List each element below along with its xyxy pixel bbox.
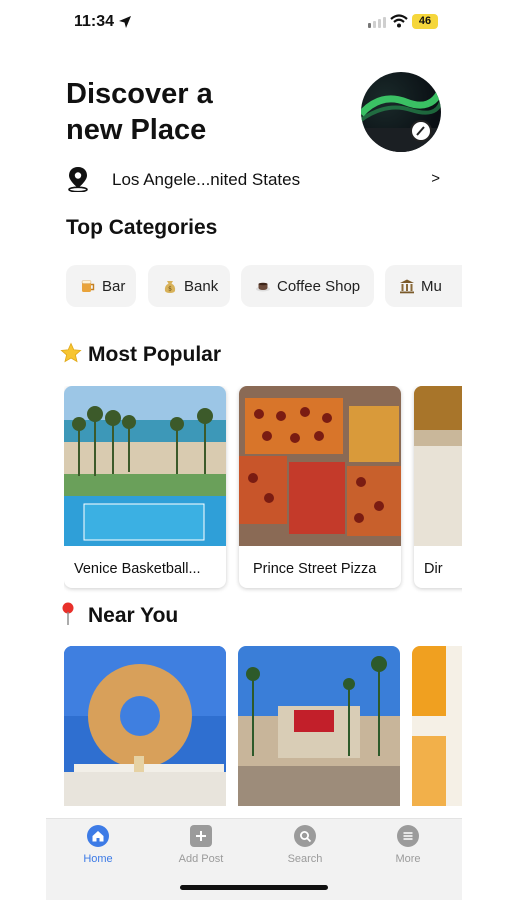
tab-add-post[interactable]: Add Post	[161, 825, 241, 865]
place-card[interactable]: Prince Street Pizza	[239, 386, 401, 588]
location-selector[interactable]: Los Angele...nited States >	[66, 164, 442, 194]
most-popular-heading: Most Popular	[60, 342, 221, 367]
round-pushpin-icon	[62, 602, 74, 625]
plus-icon	[190, 825, 212, 847]
near-you-carousel[interactable]	[64, 646, 462, 818]
amc-theater-photo	[238, 646, 400, 806]
place-card-title: Prince Street Pizza	[253, 561, 377, 577]
map-pin-icon	[68, 167, 88, 192]
avatar[interactable]	[361, 72, 441, 152]
most-popular-carousel[interactable]: Venice Basketball... Prince Street Pizza	[64, 386, 462, 596]
edit-avatar-button[interactable]	[410, 120, 432, 142]
place-card[interactable]: Venice Basketball...	[64, 386, 226, 588]
category-chip-bar[interactable]: Bar	[66, 265, 136, 307]
app-screen: 11:34 46 Discover a new Place Los Angele…	[46, 0, 462, 900]
coffee-cup-icon	[256, 282, 270, 292]
tab-more[interactable]: More	[368, 825, 448, 865]
category-chip-coffee-shop[interactable]: Coffee Shop	[241, 265, 374, 307]
place-card-title: Venice Basketball...	[74, 561, 201, 577]
category-label: Coffee Shop	[277, 277, 361, 295]
search-icon	[294, 825, 316, 847]
status-bar: 11:34 46	[46, 0, 462, 46]
category-label: Bank	[184, 277, 219, 295]
randys-donuts-photo	[64, 646, 226, 806]
category-label: Mu	[421, 277, 442, 295]
food-photo	[414, 386, 462, 546]
aurora-photo	[361, 88, 441, 152]
category-label: Bar	[102, 277, 126, 295]
cellular-signal-icon	[368, 17, 386, 28]
status-time: 11:34	[74, 13, 115, 30]
place-card[interactable]	[412, 646, 462, 818]
location-text: Los Angele...nited States	[112, 170, 301, 189]
most-popular-title: Most Popular	[88, 343, 222, 366]
pencil-icon	[416, 126, 425, 136]
location-arrow-icon	[119, 16, 131, 28]
pizza-photo	[239, 386, 401, 546]
home-indicator	[180, 885, 328, 890]
svg-text:$: $	[168, 286, 172, 293]
menu-icon	[397, 825, 419, 847]
chevron-right-icon: >	[431, 170, 440, 187]
star-icon	[60, 342, 82, 363]
venice-basketball-photo	[64, 386, 226, 546]
place-card[interactable]: Dir	[414, 386, 462, 588]
money-bag-icon: $	[164, 281, 176, 293]
categories-row: Bar $ Bank Coffee Shop Mu	[66, 265, 462, 309]
battery-indicator: 46	[412, 14, 438, 29]
wifi-icon	[390, 14, 408, 28]
category-chip-bank[interactable]: $ Bank	[148, 265, 230, 307]
tab-search[interactable]: Search	[265, 825, 345, 865]
place-card[interactable]	[64, 646, 226, 818]
tab-label: Search	[287, 853, 323, 865]
near-you-heading: Near You	[60, 602, 178, 628]
place-card[interactable]	[238, 646, 400, 818]
place-card-title: Dir	[424, 561, 443, 577]
top-categories-heading: Top Categories	[66, 216, 218, 239]
tab-label: Home	[83, 853, 113, 865]
page-title-line-2: new Place	[66, 114, 207, 146]
page-title: Discover a new Place	[66, 76, 306, 148]
beer-mug-icon	[81, 280, 95, 292]
museum-icon	[400, 279, 414, 294]
tab-label: More	[395, 853, 421, 865]
home-icon	[87, 825, 109, 847]
tab-label: Add Post	[178, 853, 224, 865]
page-title-line-1: Discover a	[66, 78, 213, 110]
near-you-title: Near You	[88, 604, 179, 627]
tab-home[interactable]: Home	[58, 825, 138, 865]
food-photo	[412, 646, 462, 806]
category-chip-museum[interactable]: Mu	[385, 265, 462, 307]
